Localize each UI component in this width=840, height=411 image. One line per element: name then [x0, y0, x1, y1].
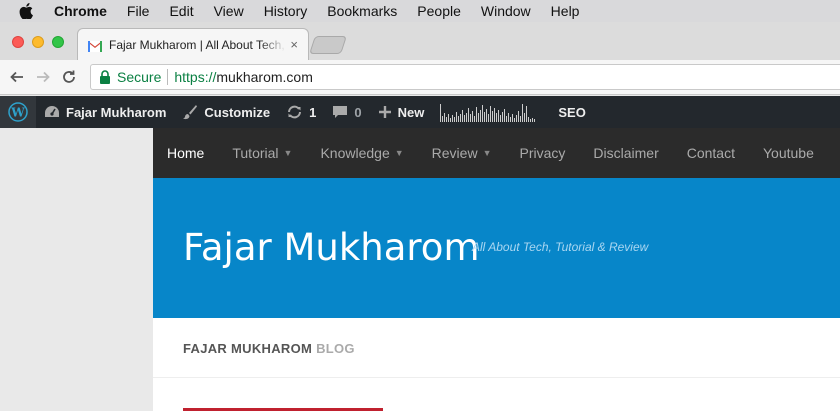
menu-history[interactable]: History	[264, 3, 308, 19]
reload-icon[interactable]	[58, 66, 80, 88]
menu-view[interactable]: View	[214, 3, 244, 19]
adminbar-seo[interactable]: SEO	[558, 105, 585, 120]
nav-review-label: Review	[431, 145, 478, 161]
nav-youtube[interactable]: Youtube	[749, 145, 828, 161]
close-window-button[interactable]	[12, 36, 24, 48]
minimize-window-button[interactable]	[32, 36, 44, 48]
blog-heading-suffix: BLOG	[316, 341, 355, 356]
plus-icon	[378, 105, 392, 119]
adminbar-comments[interactable]: 0	[332, 104, 362, 120]
menu-edit[interactable]: Edit	[169, 3, 193, 19]
blog-heading-name: FAJAR MUKHAROM	[183, 341, 313, 356]
browser-toolbar: Secure https:// mukharom.com	[0, 60, 840, 95]
adminbar-updates[interactable]: 1	[286, 105, 316, 120]
url-host: mukharom.com	[216, 69, 313, 85]
address-divider	[167, 69, 169, 85]
adminbar-customize[interactable]: Customize	[182, 104, 270, 120]
updates-refresh-icon	[286, 105, 303, 119]
nav-knowledge[interactable]: Knowledge ▼	[306, 145, 417, 161]
left-margin	[0, 128, 153, 411]
nav-home-label: Home	[167, 145, 205, 161]
tab-close-icon[interactable]: ×	[290, 37, 298, 52]
nav-home[interactable]: Home	[153, 145, 218, 161]
gmail-favicon-icon	[88, 39, 102, 52]
menu-bookmarks[interactable]: Bookmarks	[327, 3, 397, 19]
menu-people[interactable]: People	[417, 3, 461, 19]
macos-menu-bar: Chrome File Edit View History Bookmarks …	[0, 0, 840, 22]
nav-disclaimer-label: Disclaimer	[593, 145, 659, 161]
caret-down-icon: ▼	[394, 148, 404, 158]
url-scheme: https://	[174, 69, 217, 85]
secure-label[interactable]: Secure	[117, 69, 161, 85]
tab-strip: Fajar Mukharom | All About Tech, Tutoria…	[0, 22, 840, 60]
nav-contact-label: Contact	[686, 145, 735, 161]
svg-text:W: W	[10, 106, 25, 120]
menu-file[interactable]: File	[127, 3, 150, 19]
nav-disclaimer[interactable]: Disclaimer	[579, 145, 672, 161]
menu-help[interactable]: Help	[551, 3, 580, 19]
forward-arrow-icon[interactable]	[32, 66, 54, 88]
site-header: Fajar Mukharom All About Tech, Tutorial …	[153, 178, 840, 318]
adminbar-site-name-label: Fajar Mukharom	[66, 104, 167, 120]
adminbar-updates-count: 1	[309, 104, 317, 120]
lock-icon[interactable]	[99, 70, 111, 84]
nav-review[interactable]: Review ▼	[418, 145, 506, 161]
wp-admin-bar: W Fajar Mukharom Customize 1 0 New SEO	[0, 96, 840, 128]
nav-privacy[interactable]: Privacy	[505, 145, 579, 161]
nav-tutorial-label: Tutorial	[232, 145, 279, 161]
adminbar-new[interactable]: New	[378, 104, 425, 120]
adminbar-customize-label: Customize	[204, 104, 271, 120]
new-tab-button[interactable]	[309, 36, 347, 54]
site-title[interactable]: Fajar Mukharom	[183, 226, 480, 269]
adminbar-comments-count: 0	[354, 104, 362, 120]
back-arrow-icon[interactable]	[6, 66, 28, 88]
tab-title: Fajar Mukharom | All About Tech, Tutoria…	[109, 37, 286, 52]
nav-tutorial[interactable]: Tutorial ▼	[218, 145, 306, 161]
nav-youtube-label: Youtube	[762, 145, 814, 161]
nav-privacy-label: Privacy	[519, 145, 566, 161]
site-tagline: All About Tech, Tutorial & Review	[472, 240, 649, 254]
address-bar[interactable]: Secure https:// mukharom.com	[90, 64, 840, 90]
caret-down-icon: ▼	[283, 148, 293, 158]
wordpress-logo-icon[interactable]: W	[0, 96, 36, 128]
comment-bubble-icon	[332, 105, 348, 120]
adminbar-new-label: New	[397, 104, 425, 120]
nav-knowledge-label: Knowledge	[320, 145, 390, 161]
paintbrush-icon	[182, 104, 198, 120]
nav-contact[interactable]: Contact	[673, 145, 749, 161]
stats-sparkline-icon[interactable]	[440, 102, 536, 122]
dashboard-gauge-icon	[44, 105, 60, 119]
site-navigation: Home Tutorial ▼ Knowledge ▼ Review ▼ Pri…	[153, 128, 840, 178]
blog-heading: FAJAR MUKHAROM BLOG	[183, 341, 355, 356]
content-divider	[153, 377, 840, 378]
apple-logo-icon[interactable]	[19, 3, 35, 19]
zoom-window-button[interactable]	[52, 36, 64, 48]
caret-down-icon: ▼	[482, 148, 492, 158]
adminbar-site-name[interactable]: Fajar Mukharom	[44, 105, 166, 120]
tab-active[interactable]: Fajar Mukharom | All About Tech, Tutoria…	[77, 28, 309, 60]
menu-window[interactable]: Window	[481, 3, 531, 19]
menu-app-name[interactable]: Chrome	[54, 3, 107, 19]
main-content: FAJAR MUKHAROM BLOG	[153, 318, 840, 411]
